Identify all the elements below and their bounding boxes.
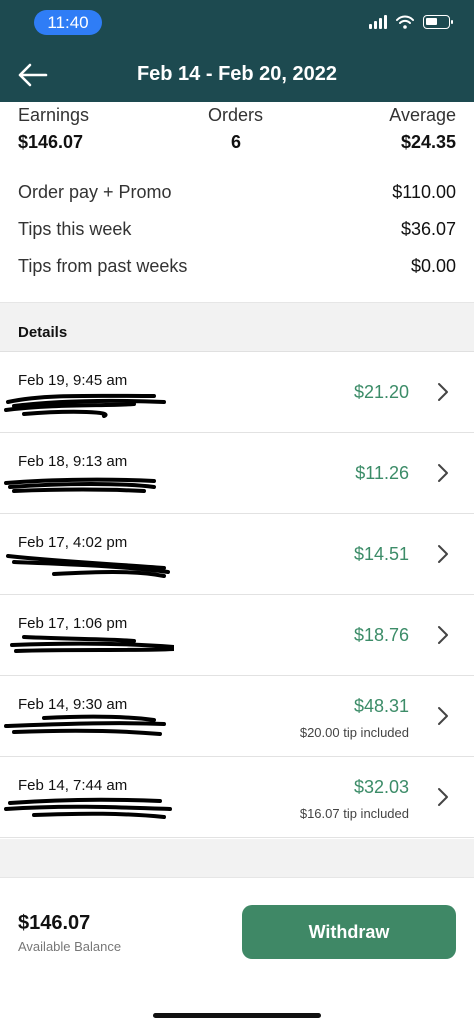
status-time: 11:40 [34, 10, 102, 35]
order-date: Feb 14, 7:44 am [18, 777, 128, 794]
order-row[interactable]: Feb 19, 9:45 am $21.20 [0, 352, 474, 433]
chevron-right-icon [438, 383, 448, 401]
home-indicator[interactable] [153, 1013, 321, 1018]
earnings-value: $146.07 [18, 132, 84, 152]
order-row[interactable]: Feb 18, 9:13 am $11.26 [0, 433, 474, 514]
average-label: Average [389, 105, 456, 125]
status-icons [369, 14, 453, 29]
earnings-label: Earnings [18, 105, 90, 125]
chevron-right-icon [438, 788, 448, 806]
redaction-scribble [6, 554, 170, 578]
line-value: $110.00 [392, 182, 456, 202]
order-date: Feb 17, 1:06 pm [18, 615, 128, 632]
order-date: Feb 19, 9:45 am [18, 372, 128, 389]
line-label: Order pay + Promo [18, 182, 172, 202]
order-row[interactable]: Feb 17, 4:02 pm $14.51 [0, 514, 474, 595]
available-balance-value: $146.07 [18, 912, 91, 934]
redaction-scribble [4, 797, 172, 819]
wifi-icon [396, 15, 414, 29]
order-date: Feb 14, 9:30 am [18, 696, 128, 713]
chevron-right-icon [438, 626, 448, 644]
battery-icon [423, 14, 453, 29]
order-row[interactable]: Feb 17, 1:06 pm $18.76 [0, 595, 474, 676]
order-amount: $48.31 [353, 696, 409, 716]
app-header: 11:40 Feb 14 - Feb 20, 2022 [0, 0, 474, 102]
redaction-scribble [10, 635, 174, 653]
average-value: $24.35 [400, 132, 456, 152]
cellular-signal-icon [369, 14, 387, 29]
order-pay-promo-row: Order pay + Promo $110.00 [18, 182, 456, 203]
order-amount: $32.03 [353, 777, 409, 797]
orders-value: 6 [231, 132, 242, 152]
earnings-summary: Earnings $146.07 Orders 6 Average $24.35… [0, 102, 474, 302]
order-date: Feb 17, 4:02 pm [18, 534, 128, 551]
line-label: Tips this week [18, 219, 132, 239]
redaction-scribble [4, 477, 156, 493]
line-value: $0.00 [410, 256, 456, 276]
order-row[interactable]: Feb 14, 9:30 am $48.31 $20.00 tip includ… [0, 676, 474, 757]
chevron-right-icon [438, 545, 448, 563]
chevron-right-icon [438, 464, 448, 482]
list-end-spacer [0, 839, 474, 877]
order-amount: $14.51 [353, 544, 409, 564]
redaction-scribble [4, 714, 166, 736]
tip-note: $16.07 tip included [299, 806, 409, 821]
details-section-header: Details [0, 302, 474, 352]
line-value: $36.07 [400, 219, 456, 239]
order-amount: $18.76 [353, 625, 409, 645]
available-balance-label: Available Balance [18, 939, 122, 954]
details-heading: Details [18, 324, 68, 341]
orders-label: Orders [208, 105, 264, 125]
redaction-scribble [4, 393, 166, 418]
tip-note: $20.00 tip included [299, 725, 409, 740]
order-row[interactable]: Feb 14, 7:44 am $32.03 $16.07 tip includ… [0, 757, 474, 838]
order-amount: $21.20 [353, 382, 409, 402]
order-amount: $11.26 [355, 463, 409, 483]
tips-past-weeks-row: Tips from past weeks $0.00 [18, 256, 456, 277]
line-label: Tips from past weeks [18, 256, 188, 276]
tips-this-week-row: Tips this week $36.07 [18, 219, 456, 240]
balance-footer: $146.07 Available Balance Withdraw [0, 877, 474, 1025]
withdraw-button[interactable]: Withdraw [242, 905, 456, 959]
order-date: Feb 18, 9:13 am [18, 453, 128, 470]
page-title: Feb 14 - Feb 20, 2022 [136, 63, 338, 85]
chevron-right-icon [438, 707, 448, 725]
